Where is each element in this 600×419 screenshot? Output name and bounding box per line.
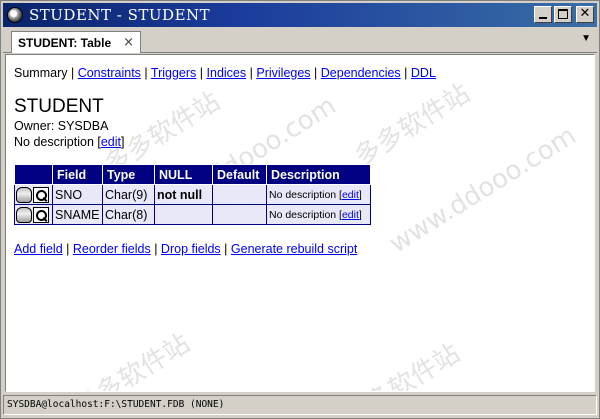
watermark-text: 多多软件站 — [339, 338, 466, 392]
nav-summary: Summary — [14, 66, 68, 80]
nav-link-ddl[interactable]: DDL — [411, 66, 436, 80]
header-description: Description — [266, 164, 371, 185]
cell-type: Char(9) — [102, 184, 155, 205]
minimize-icon — [539, 17, 547, 19]
tab-student-table[interactable]: STUDENT: Table × — [11, 31, 141, 53]
tab-label: STUDENT: Table — [18, 35, 112, 50]
edit-description-link[interactable]: edit — [101, 135, 121, 149]
app-window: STUDENT - STUDENT ✕ STUDENT: Table × ▼ 多… — [0, 0, 600, 419]
generate-rebuild-script-link[interactable]: Generate rebuild script — [231, 242, 357, 256]
cell-type: Char(8) — [102, 204, 155, 225]
nav-link-triggers[interactable]: Triggers — [151, 66, 196, 80]
minimize-button[interactable] — [534, 6, 552, 23]
action-separator: | — [154, 242, 158, 256]
close-button[interactable]: ✕ — [576, 6, 594, 23]
tab-menu-icon[interactable]: ▼ — [581, 33, 591, 44]
description-suffix: ] — [121, 135, 125, 149]
description-text: No description [ — [14, 135, 101, 149]
cell-description: No description [edit] — [266, 204, 371, 225]
cell-description: No description [edit] — [266, 184, 371, 205]
nav-link-constraints[interactable]: Constraints — [78, 66, 141, 80]
tab-close-icon[interactable]: × — [123, 35, 134, 50]
description-text: No description — [269, 208, 337, 221]
close-icon: ✕ — [579, 6, 591, 21]
maximize-icon — [558, 9, 568, 19]
cell-null: not null — [154, 184, 213, 205]
drop-field-icon[interactable] — [16, 186, 32, 203]
table-name-heading: STUDENT — [14, 96, 104, 117]
action-links: Add field | Reorder fields | Drop fields… — [14, 240, 584, 258]
maximize-button[interactable] — [554, 6, 572, 23]
edit-field-description-link[interactable]: edit — [342, 209, 359, 221]
reorder-fields-link[interactable]: Reorder fields — [73, 242, 151, 256]
header-type: Type — [102, 164, 155, 185]
nav-link-indices[interactable]: Indices — [207, 66, 247, 80]
row-icons — [14, 184, 53, 205]
cell-field: SNAME — [52, 204, 103, 225]
nav-separator: | — [314, 66, 318, 80]
status-bar: SYSDBA@localhost:F:\STUDENT.FDB (NONE) — [3, 395, 597, 415]
app-icon[interactable] — [7, 7, 23, 23]
connection-status: SYSDBA@localhost:F:\STUDENT.FDB (NONE) — [7, 399, 225, 410]
window-controls: ✕ — [534, 6, 594, 23]
fields-table: Field Type NULL Default Description SNO … — [14, 164, 371, 225]
action-separator: | — [66, 242, 70, 256]
title-bar[interactable]: STUDENT - STUDENT ✕ — [3, 3, 597, 27]
nav-separator: | — [144, 66, 148, 80]
cell-null — [154, 204, 213, 225]
window-title: STUDENT - STUDENT — [29, 6, 211, 24]
tab-strip: STUDENT: Table × ▼ — [3, 29, 597, 53]
add-field-link[interactable]: Add field — [14, 242, 63, 256]
table-row: SNAME Char(8) No description [edit] — [14, 204, 371, 225]
cell-default — [212, 204, 267, 225]
view-field-icon[interactable] — [33, 206, 49, 223]
view-field-icon[interactable] — [33, 186, 49, 203]
action-separator: | — [224, 242, 228, 256]
edit-field-description-link[interactable]: edit — [342, 189, 359, 201]
drop-fields-link[interactable]: Drop fields — [161, 242, 221, 256]
header-null: NULL — [154, 164, 213, 185]
table-row: SNO Char(9) not null No description [edi… — [14, 184, 371, 205]
nav-separator: | — [70, 66, 75, 80]
nav-link-dependencies[interactable]: Dependencies — [321, 66, 401, 80]
cell-field: SNO — [52, 184, 103, 205]
table-owner: Owner: SYSDBA — [14, 119, 109, 133]
table-description: No description [edit] — [14, 134, 584, 150]
table-summary: Summary | Constraints | Triggers | Indic… — [14, 64, 584, 258]
description-text: No description — [269, 188, 337, 201]
header-icons — [14, 164, 53, 185]
content-pane: 多多软件站 www.ddooo.com 多多软件站 www.ddooo.com … — [5, 54, 595, 392]
nav-separator: | — [199, 66, 204, 80]
row-icons — [14, 204, 53, 225]
nav-separator: | — [249, 66, 253, 80]
table-header-row: Field Type NULL Default Description — [14, 164, 371, 185]
header-field: Field — [52, 164, 103, 185]
cell-default — [212, 184, 267, 205]
drop-field-icon[interactable] — [16, 206, 32, 223]
header-default: Default — [212, 164, 267, 185]
watermark-text: 多多软件站 — [69, 328, 196, 392]
nav-separator: | — [404, 66, 408, 80]
nav-link-privileges[interactable]: Privileges — [256, 66, 310, 80]
nav-links: Summary | Constraints | Triggers | Indic… — [14, 64, 584, 82]
